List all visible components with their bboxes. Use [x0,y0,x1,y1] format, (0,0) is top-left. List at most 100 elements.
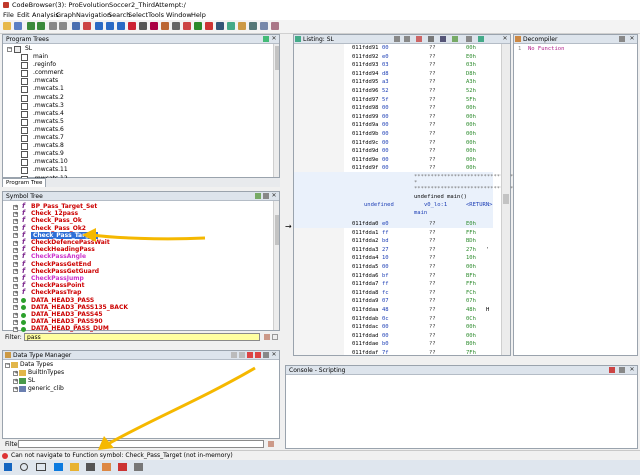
symbol-item[interactable]: DATA_HEAD3_PASS90 [31,318,103,325]
listing-paste-icon[interactable] [404,36,410,42]
expand-icon[interactable]: + [13,226,18,232]
program-tree-item[interactable]: .mwcats.5 [33,118,64,126]
expand-icon[interactable]: + [13,379,18,384]
symbol-item-selected[interactable]: Check_Pass_Target [31,231,99,239]
expand-icon[interactable]: + [13,312,18,318]
listing-row[interactable]: 011fddaa 48?? 48h H [294,306,493,314]
listing-scrollbar[interactable] [501,44,510,355]
listing-row[interactable]: 011fdda3 27?? 27h ' [294,246,493,254]
expand-icon[interactable]: + [13,269,18,275]
close-icon[interactable]: ✕ [502,36,508,42]
decompiler-menu-icon[interactable] [619,36,625,42]
unknown-icon[interactable] [161,22,169,30]
listing-row[interactable]: 011fdda5 00?? 00h [294,263,493,271]
dtm-filter-icon[interactable] [247,352,253,358]
listing-row[interactable]: 011fdd92 e0?? E0h [294,53,493,61]
symbol-item[interactable]: Check_12pass [31,210,78,217]
listing-row[interactable]: 011fdd91 00?? 00h [294,44,493,52]
listing-row[interactable]: 011fdd9c 00?? 00h [294,139,493,147]
symbol-item[interactable]: Check_Pass_Ok2 [31,225,86,232]
window-icon[interactable] [271,22,279,30]
program-tree-item[interactable]: main [33,53,48,61]
expand-icon[interactable]: + [13,233,18,239]
search-icon[interactable] [249,22,257,30]
run-icon[interactable] [194,22,202,30]
close-icon[interactable]: ✕ [271,193,277,199]
dtm-item-generic-clib[interactable]: generic_clib [28,385,64,393]
task-view-icon[interactable] [36,463,46,471]
listing-row[interactable]: 011fdd9d 00?? 00h [294,147,493,155]
store-icon[interactable] [86,463,95,471]
bookmark-icon[interactable] [83,22,91,30]
file-explorer-icon[interactable] [70,463,79,471]
listing-row[interactable]: 011fddad 00?? 00h [294,332,493,340]
menu-help[interactable]: Help [191,11,206,19]
filter-clear-icon[interactable] [272,334,278,340]
listing-row[interactable]: 011fdd9b 00?? 00h [294,130,493,138]
symbol-item[interactable]: CheckPassJump [31,275,84,282]
expand-icon[interactable]: + [13,290,18,296]
program-trees-scrollbar[interactable] [273,44,279,177]
stop-icon[interactable] [205,22,213,30]
listing-row[interactable]: 011fdda2 bd?? BDh [294,237,493,245]
program-tree-item[interactable]: .mwcats.8 [33,142,64,150]
expand-icon[interactable]: + [13,262,18,268]
program-tree-item[interactable]: .mwcats.1 [33,85,64,93]
dtm-item-data-types[interactable]: Data Types [20,361,53,369]
listing-row[interactable]: 011fdda1 ff?? FFh [294,229,493,237]
menu-navigation[interactable]: Navigation [76,11,111,19]
symbol-item[interactable]: CheckPassAngle [31,253,86,260]
symbol-item[interactable]: CheckPassGetEnd [31,261,91,268]
dtm-nav-forward-icon[interactable] [239,352,245,358]
expand-icon[interactable]: + [13,283,18,289]
listing-row[interactable]: 011fddac 00?? 00h [294,323,493,331]
split-arrow-icon[interactable]: → [285,222,292,231]
listing-row[interactable]: 011fdd95 a3?? A3h [294,78,493,86]
fn-label[interactable]: main [414,209,427,217]
data-icon[interactable] [95,22,103,30]
listing-row[interactable]: 011fdda9 07?? 07h [294,297,493,305]
program-trees-menu-icon[interactable] [263,36,269,42]
listing-edit-icon[interactable] [428,36,434,42]
listing-row[interactable]: 011fdd9a 00?? 00h [294,121,493,129]
program-tree-item[interactable]: .mwcats [33,77,58,85]
label-icon[interactable] [106,22,114,30]
tab-program-tree[interactable]: Program Tree [2,178,47,187]
listing-home-icon[interactable] [452,36,458,42]
listing-row[interactable]: 011fdda7 ff?? FFh [294,280,493,288]
listing-row[interactable]: 011fdda4 10?? 10h [294,254,493,262]
graph-icon[interactable] [238,22,246,30]
tree-root[interactable]: SL [25,45,32,53]
app-icon[interactable] [134,463,143,471]
symbol-tree-new-icon[interactable] [255,193,261,199]
console-menu-icon[interactable] [619,367,625,373]
open-folder-icon[interactable] [3,22,11,30]
menu-tools[interactable]: Tools [148,11,164,19]
dtm-nav-back-icon[interactable] [231,352,237,358]
close-icon[interactable]: ✕ [629,36,635,42]
menu-file[interactable]: File [3,11,14,19]
menu-edit[interactable]: Edit [17,11,30,19]
bytes-icon[interactable] [172,22,180,30]
expand-icon[interactable]: + [13,305,18,311]
expand-icon[interactable]: + [13,319,18,325]
forward-arrow-icon[interactable] [37,22,45,30]
menu-select[interactable]: Select [128,11,148,19]
expand-icon[interactable]: + [13,204,18,210]
menu-search[interactable]: Search [108,11,130,19]
search-icon[interactable] [20,463,28,471]
listing-row[interactable]: 011fdd96 52?? 52h [294,87,493,95]
fn-signature[interactable]: undefined main() [414,193,467,201]
expand-icon[interactable]: + [13,211,18,217]
filter-options-icon[interactable] [264,334,270,340]
symbol-item[interactable]: CheckPassGetGuard [31,268,99,275]
collapse-icon[interactable]: − [7,47,12,52]
program-tree-item[interactable]: .mwcats.7 [33,134,64,142]
expand-icon[interactable]: + [13,218,18,224]
listing-row[interactable]: 011fdda6 bf?? BFh [294,272,493,280]
redo-icon[interactable] [59,22,67,30]
dtm-menu-icon[interactable] [263,352,269,358]
listing-row[interactable]: 011fdd97 5f?? 5Fh [294,96,493,104]
program-tree-item[interactable]: .comment [33,69,63,77]
dtm-filter-input[interactable] [18,440,264,448]
